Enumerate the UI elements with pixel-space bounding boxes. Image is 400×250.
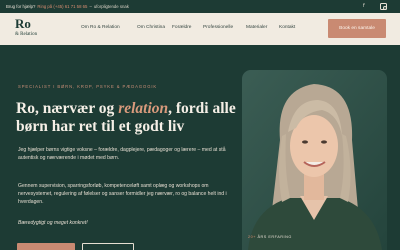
instagram-icon[interactable] xyxy=(380,3,387,10)
hero-paragraph-2: Gennem supervision, sparringsforløb, kom… xyxy=(18,183,227,205)
facebook-icon[interactable]: f xyxy=(363,3,370,10)
hero-headline: Ro, nærvær og relation, fordi alle børn … xyxy=(16,100,244,135)
nav-item-materialer[interactable]: Materialer xyxy=(246,25,267,30)
nav-item-foraeldre[interactable]: Forældre xyxy=(172,25,191,30)
nav-item-kontakt[interactable]: Kontakt xyxy=(279,25,295,30)
hero-secondary-button[interactable] xyxy=(82,243,134,250)
hero-note: Bæredygtigt og meget konkret! xyxy=(18,220,88,226)
help-text: Brug for hjælp? xyxy=(6,4,36,9)
logo-subtitle: & Relation xyxy=(15,32,38,37)
portrait-illustration xyxy=(242,70,387,250)
site-logo[interactable]: Ro & Relation xyxy=(15,17,55,41)
headline-highlight: relation xyxy=(118,100,169,117)
headline-part-1: Ro, nærvær og xyxy=(16,100,119,117)
hero-paragraph-1: Jeg hjælper børns vigtige voksne – foræl… xyxy=(18,147,226,161)
experience-label: ÅRS ERFARING xyxy=(257,235,292,239)
top-info-bar: Brug for hjælp? Ring på (+45) 61 71 58 6… xyxy=(0,0,400,13)
experience-badge: 20+ ÅRS ERFARING xyxy=(248,235,292,239)
nav-item-om-ro-relation[interactable]: Om Ro & Relation xyxy=(81,25,120,30)
logo-mark: Ro xyxy=(15,16,31,31)
nav-item-om-christina[interactable]: Om Christina xyxy=(137,25,165,30)
book-session-button[interactable]: Book en samtale xyxy=(328,19,386,38)
nav-item-professionelle[interactable]: Professionelle xyxy=(203,25,233,30)
phone-link[interactable]: Ring på (+45) 61 71 58 65 xyxy=(37,4,87,9)
hero-primary-button[interactable] xyxy=(17,243,75,250)
portrait-photo: 20+ ÅRS ERFARING xyxy=(242,70,387,250)
hero-tagline: SPECIALIST I BØRN, KROP, PSYKE & PÆDAGOG… xyxy=(18,84,158,89)
main-navigation: Ro & Relation Om Ro & Relation Om Christ… xyxy=(0,13,400,45)
help-tail-text: uforpligtende snak xyxy=(93,4,129,9)
separator: – xyxy=(89,4,92,9)
experience-number: 20+ xyxy=(248,235,256,239)
